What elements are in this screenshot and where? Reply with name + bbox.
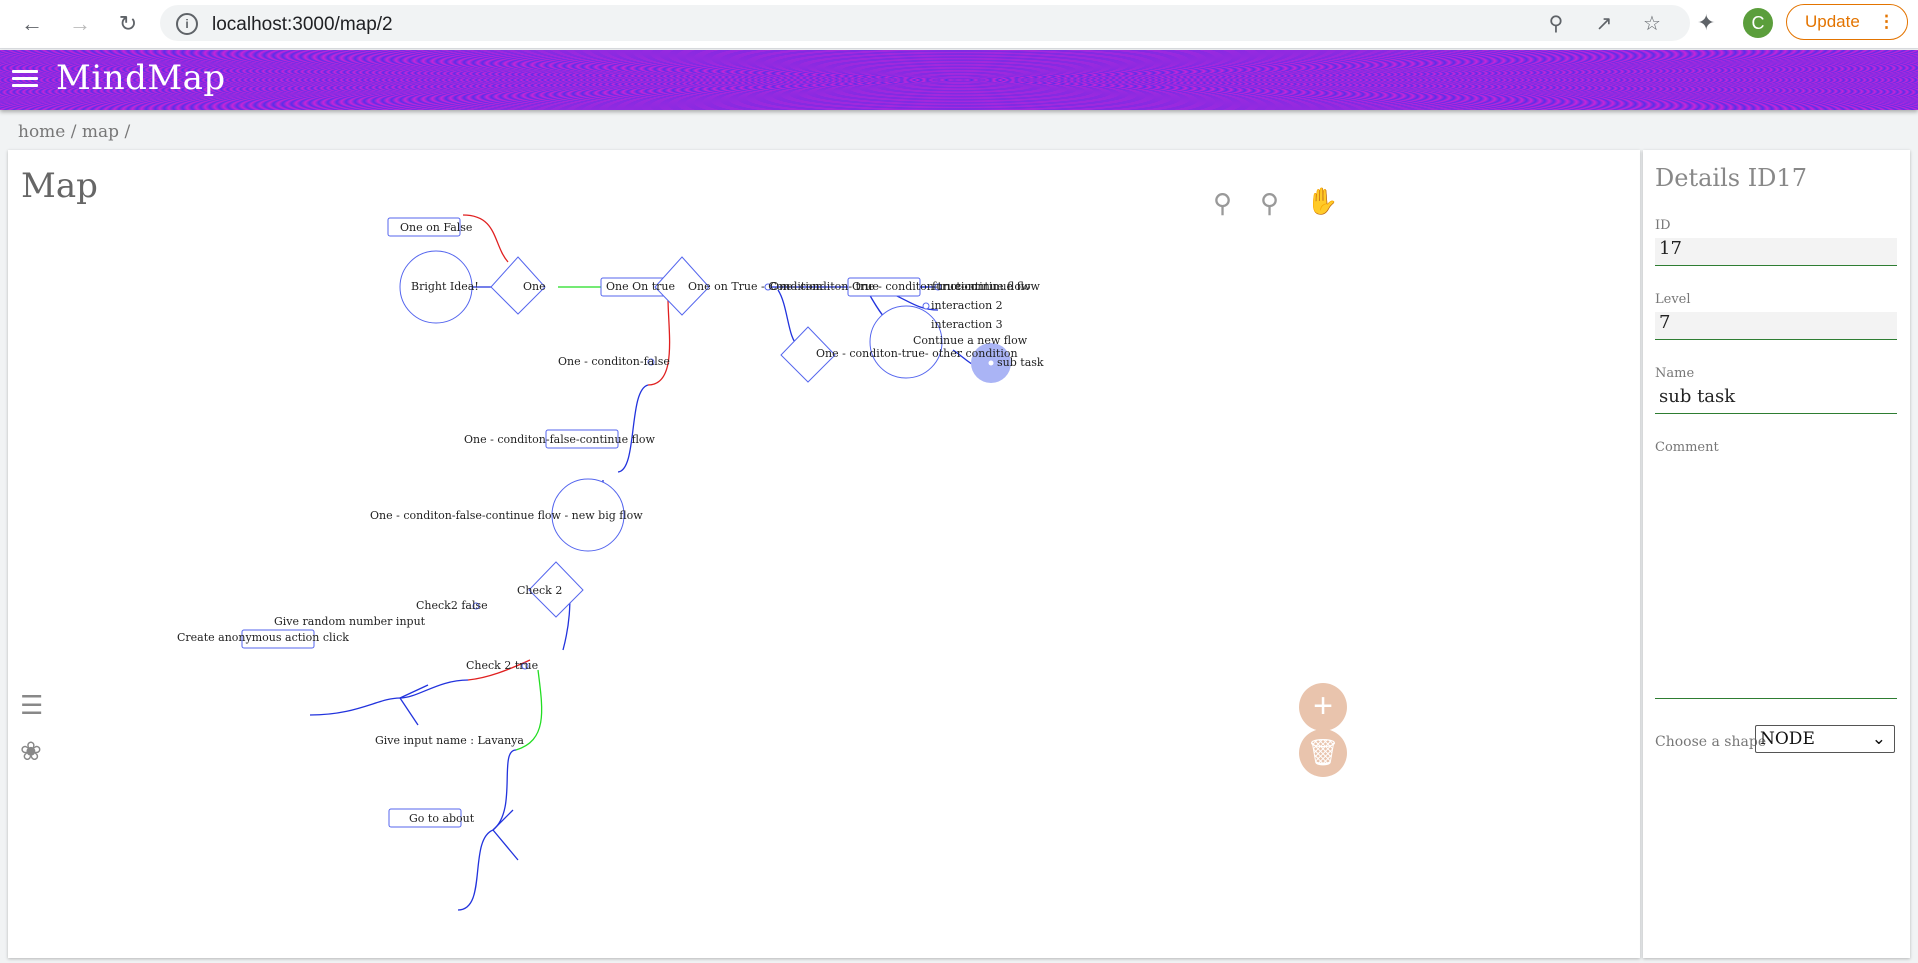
- browser-toolbar: ← → ↻ i localhost:3000/map/2 ⚲ ↗ ☆ ✦ C U…: [0, 0, 1918, 49]
- zoom-out-icon[interactable]: ⚲: [1260, 188, 1279, 219]
- address-bar[interactable]: i localhost:3000/map/2 ⚲ ↗ ☆: [160, 5, 1690, 41]
- label-one: One: [523, 280, 546, 293]
- label-bright-idea: Bright Idea!: [411, 280, 479, 293]
- menu-icon[interactable]: [12, 66, 38, 90]
- shape-select-value: NODE: [1760, 729, 1815, 749]
- extensions-puzzle-icon[interactable]: ✦: [1697, 10, 1715, 36]
- label-big-flow: One - conditon-false-continue flow - new…: [370, 509, 643, 522]
- label-interaction3: interaction 3: [931, 318, 1003, 331]
- label-sub-task: sub task: [997, 356, 1044, 369]
- label-condition-false: One - conditon-false: [558, 355, 670, 368]
- update-label: Update: [1805, 12, 1860, 31]
- more-vert-icon: ⋮: [1878, 12, 1895, 31]
- label-check2-false: Check2 false: [416, 599, 488, 612]
- mindmap-canvas[interactable]: Bright Idea! One on False One One On tru…: [8, 150, 1640, 958]
- label-other-condition: One - conditon-true- other condition: [816, 347, 1018, 360]
- pan-hand-icon[interactable]: ✋: [1306, 186, 1338, 217]
- map-panel: Map Bright Idea! One on False One One On…: [8, 150, 1640, 958]
- comment-textarea[interactable]: [1655, 462, 1897, 699]
- details-panel: Details ID17 ID 17 Level 7 Name sub task…: [1643, 150, 1910, 958]
- shape-select[interactable]: NODE ⌄: [1755, 725, 1895, 753]
- zoom-out-page-icon[interactable]: ⚲: [1544, 11, 1568, 35]
- level-field[interactable]: 7: [1655, 312, 1897, 340]
- app-header: MindMap: [0, 50, 1918, 110]
- label-one-on-false: One on False: [400, 221, 472, 234]
- label-input-name: Give input name : Lavanya: [375, 734, 524, 747]
- back-arrow-icon[interactable]: ←: [16, 8, 48, 40]
- app-title: MindMap: [56, 58, 226, 98]
- id-field[interactable]: 17: [1655, 238, 1897, 266]
- label-continue-new-flow: Continue a new flow: [913, 334, 1028, 347]
- label-go-about: Go to about: [409, 812, 475, 825]
- profile-avatar[interactable]: C: [1743, 8, 1773, 38]
- comment-label: Comment: [1655, 440, 1719, 455]
- id-label: ID: [1655, 218, 1671, 233]
- site-info-icon[interactable]: i: [176, 13, 198, 35]
- level-label: Level: [1655, 292, 1691, 307]
- label-anonymous-click: Create anonymous action click: [177, 631, 349, 644]
- label-one-on-true: One On true: [606, 280, 675, 293]
- graph-view-icon[interactable]: ❀: [20, 736, 42, 767]
- label-random-input: Give random number input: [274, 615, 426, 628]
- address-url[interactable]: localhost:3000/map/2: [212, 14, 393, 36]
- name-field[interactable]: sub task: [1655, 386, 1897, 414]
- label-interaction2: interaction 2: [931, 299, 1003, 312]
- update-button[interactable]: Update ⋮: [1786, 4, 1908, 40]
- zoom-in-icon[interactable]: ⚲: [1213, 188, 1232, 219]
- chevron-down-icon: ⌄: [1871, 729, 1886, 749]
- delete-node-button[interactable]: 🗑: [1299, 729, 1347, 777]
- share-icon[interactable]: ↗: [1592, 11, 1616, 35]
- bookmark-star-icon[interactable]: ☆: [1640, 11, 1664, 35]
- label-condition-false-continue: One - conditon-false-continue flow: [464, 433, 656, 446]
- label-check2: Check 2: [517, 584, 562, 597]
- list-view-icon[interactable]: ☰: [20, 690, 43, 721]
- add-node-button[interactable]: +: [1299, 683, 1347, 731]
- name-label: Name: [1655, 366, 1695, 381]
- breadcrumb[interactable]: home / map /: [18, 122, 130, 142]
- label-continue-flow: continue flow: [955, 280, 1031, 293]
- reload-icon[interactable]: ↻: [112, 8, 144, 40]
- forward-arrow-icon[interactable]: →: [64, 8, 96, 40]
- details-title: Details ID17: [1655, 164, 1807, 192]
- shape-label: Choose a shape: [1655, 734, 1767, 750]
- label-check2-true: Check 2 true: [466, 659, 538, 672]
